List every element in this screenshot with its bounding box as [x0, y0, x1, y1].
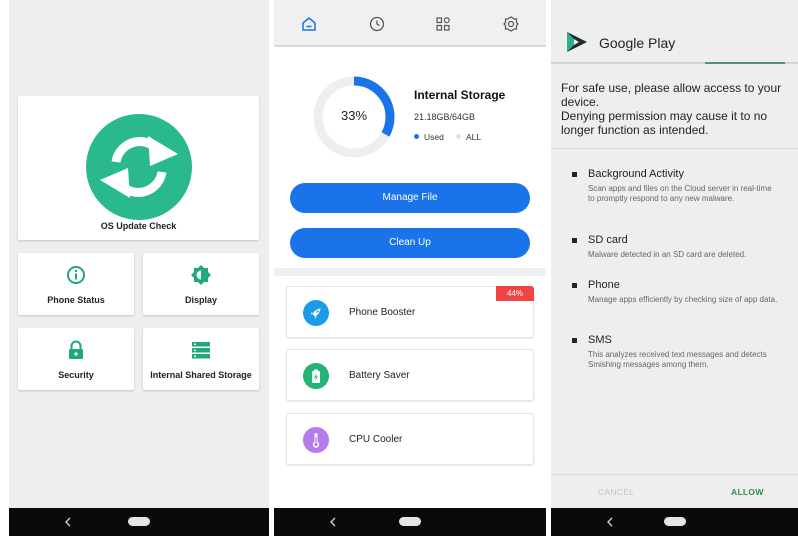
internal-shared-storage-label: Internal Shared Storage	[150, 370, 252, 380]
back-icon[interactable]	[61, 515, 75, 529]
cancel-button[interactable]: CANCEL	[598, 487, 634, 497]
permission-intro: For safe use, please allow access to you…	[561, 81, 793, 137]
navigation-bar	[551, 508, 798, 536]
used-dot-icon	[414, 134, 419, 140]
allow-button[interactable]: ALLOW	[731, 487, 764, 497]
permission-screen: Google Play For safe use, please allow a…	[551, 0, 798, 536]
permission-title: SMS	[588, 334, 612, 346]
battery-saver-card[interactable]: Battery Saver	[286, 349, 534, 401]
home-pill[interactable]	[128, 517, 150, 526]
cpu-cooler-label: CPU Cooler	[349, 434, 403, 445]
security-tile[interactable]: Security	[18, 328, 134, 390]
lock-icon	[66, 340, 86, 360]
os-update-check-card[interactable]: OS Update Check	[18, 96, 259, 240]
device-info-screen: OS Update Check Phone Status Display Sec…	[9, 0, 269, 536]
storage-screen: 33% Internal Storage 21.18GB/64GB Used A…	[274, 0, 546, 536]
legend-used-label: Used	[424, 132, 444, 142]
permission-title: SD card	[588, 234, 628, 246]
legend-all-label: ALL	[466, 132, 482, 142]
permission-title: Background Activity	[588, 168, 684, 180]
play-store-icon	[567, 32, 587, 52]
intro-separator	[551, 148, 798, 149]
phone-booster-card[interactable]: Phone Booster 44%	[286, 286, 534, 338]
legend-all: ALL	[456, 132, 481, 142]
phone-status-tile[interactable]: Phone Status	[18, 253, 134, 315]
history-icon[interactable]	[368, 15, 386, 33]
manage-file-button[interactable]: Manage File	[290, 183, 530, 213]
apps-icon[interactable]	[434, 15, 452, 33]
settings-icon[interactable]	[502, 15, 520, 33]
section-divider	[274, 268, 546, 276]
back-icon[interactable]	[603, 515, 617, 529]
clean-up-button[interactable]: Clean Up	[290, 228, 530, 258]
permission-desc: Manage apps efficiently by checking size…	[588, 295, 778, 304]
home-pill[interactable]	[399, 517, 421, 526]
intro-line-1: For safe use, please allow access to you…	[561, 81, 782, 109]
back-icon[interactable]	[326, 515, 340, 529]
display-label: Display	[184, 295, 217, 305]
bullet-icon	[572, 283, 577, 288]
bullet-icon	[572, 172, 577, 177]
battery-icon	[303, 363, 329, 389]
phone-status-label: Phone Status	[47, 295, 105, 305]
storage-percent: 33%	[340, 108, 368, 123]
header-rule-accent	[705, 62, 785, 64]
all-dot-icon	[456, 134, 461, 140]
rocket-icon	[303, 300, 329, 326]
navigation-bar	[274, 508, 546, 536]
battery-saver-label: Battery Saver	[349, 370, 410, 381]
intro-line-2: Denying permission may cause it to no lo…	[561, 109, 768, 137]
home-icon[interactable]	[300, 15, 318, 33]
permission-desc: Malware detected in an SD card are delet…	[588, 250, 747, 259]
os-update-check-label: OS Update Check	[100, 221, 177, 231]
dialog-button-separator	[551, 474, 798, 475]
info-icon	[66, 265, 86, 285]
bullet-icon	[572, 238, 577, 243]
permission-title: Phone	[588, 279, 620, 291]
phone-booster-label: Phone Booster	[349, 307, 416, 318]
sync-icon	[86, 114, 192, 220]
storage-size: 21.18GB/64GB	[414, 112, 476, 122]
google-play-header: Google Play	[551, 0, 798, 64]
internal-storage-title: Internal Storage	[414, 88, 506, 102]
display-tile[interactable]: Display	[143, 253, 259, 315]
tab-bar	[274, 0, 546, 47]
bullet-icon	[572, 338, 577, 343]
thermometer-icon	[303, 427, 329, 453]
navigation-bar	[9, 508, 269, 536]
home-pill[interactable]	[663, 517, 686, 526]
brightness-icon	[191, 265, 211, 285]
permission-desc: Scan apps and files on the Cloud server …	[588, 184, 772, 203]
google-play-title: Google Play	[599, 35, 676, 51]
cpu-cooler-card[interactable]: CPU Cooler	[286, 413, 534, 465]
storage-icon	[191, 340, 211, 360]
booster-percent-badge: 44%	[496, 286, 534, 301]
internal-shared-storage-tile[interactable]: Internal Shared Storage	[143, 328, 259, 390]
legend-used: Used	[414, 132, 444, 142]
security-label: Security	[58, 370, 94, 380]
permission-desc: This analyzes received text messages and…	[588, 350, 767, 369]
